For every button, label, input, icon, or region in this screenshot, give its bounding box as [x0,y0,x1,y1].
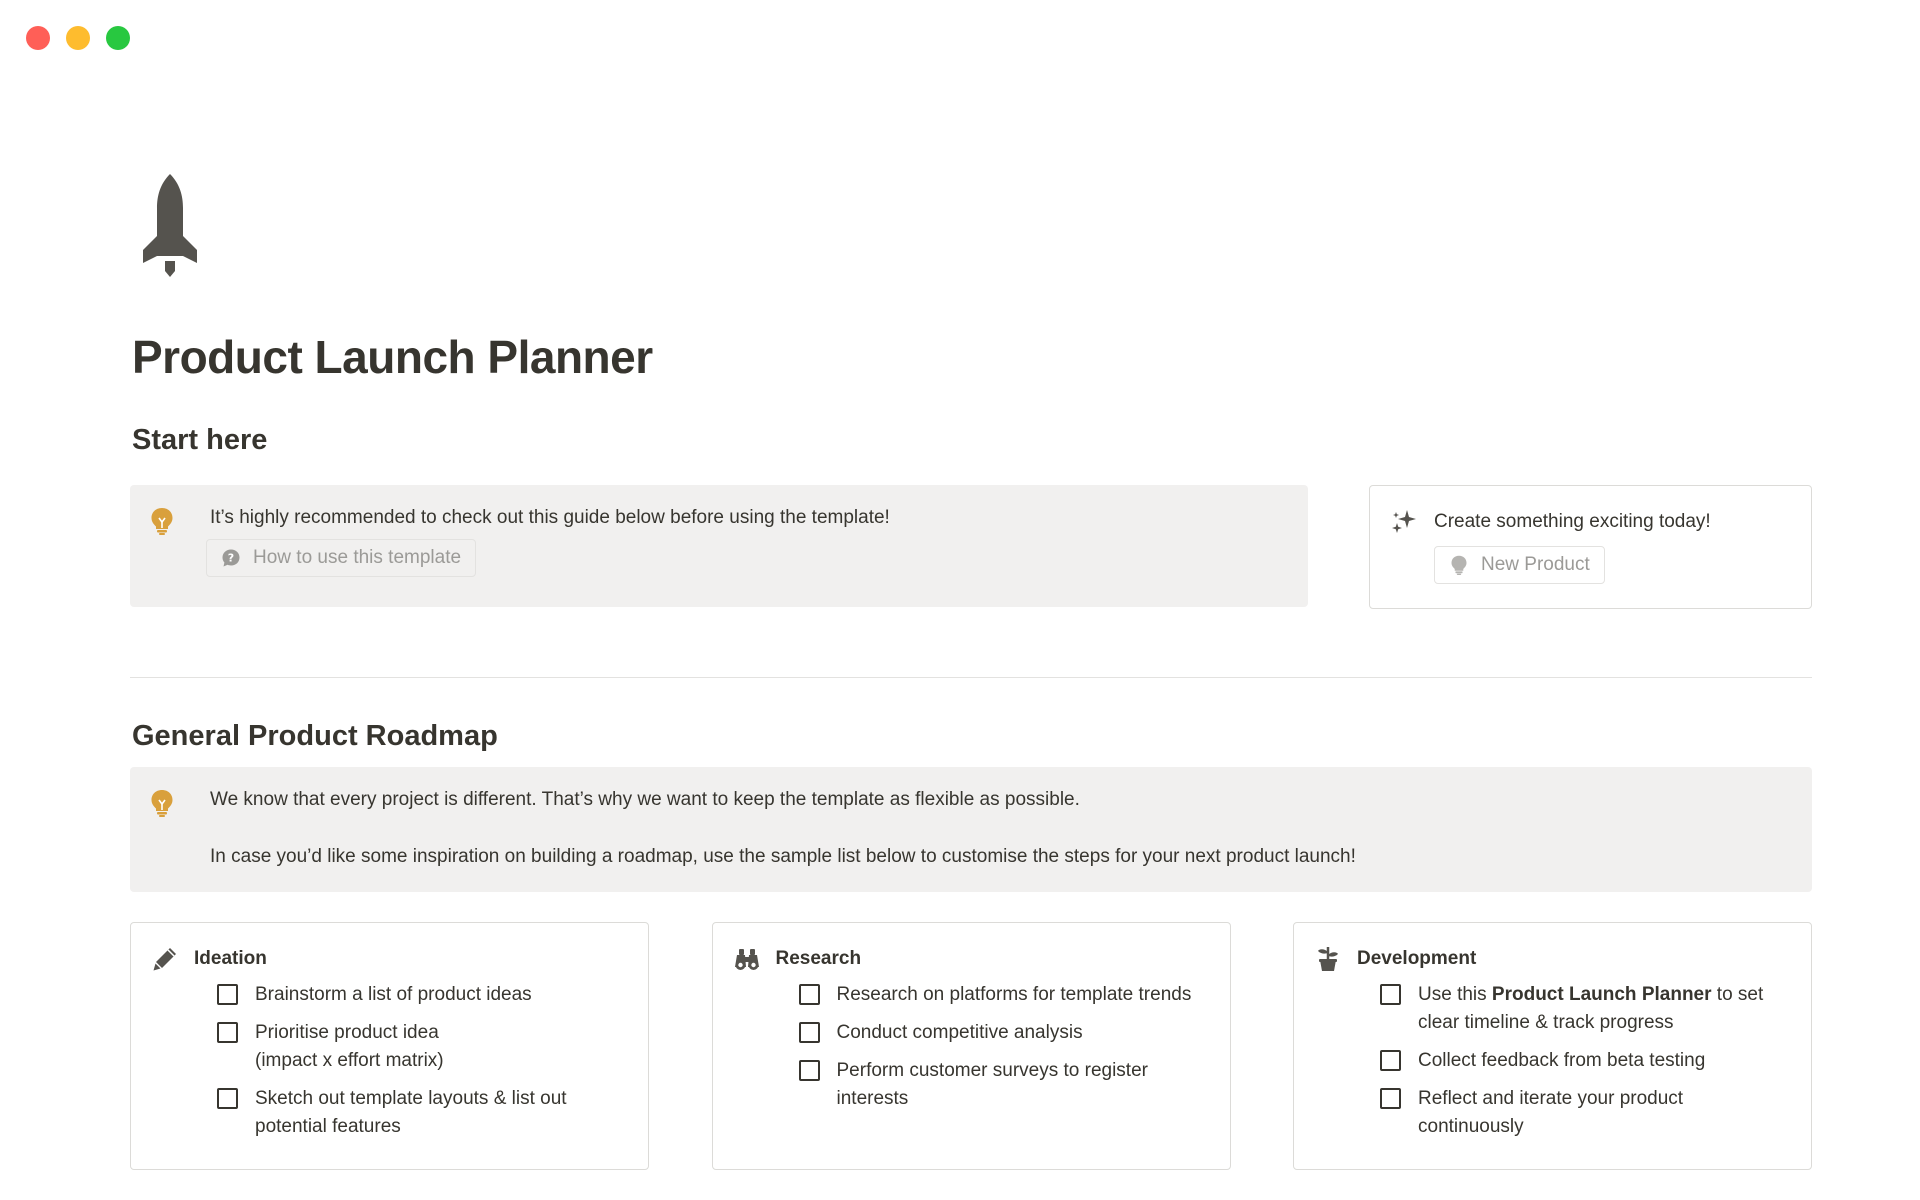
divider [130,677,1812,678]
ideation-title: Ideation [194,948,267,969]
roadmap-callout-line2: In case you’d like some inspiration on b… [210,846,1356,867]
research-title: Research [775,948,862,969]
todo-checkbox[interactable] [798,1060,820,1081]
development-card: Development Use this Product Launch Plan… [1293,922,1812,1170]
plant-icon [1314,945,1342,973]
todo-label-prefix: Use this [1418,984,1492,1005]
lightbulb-icon [150,507,174,535]
guide-callout: It’s highly recommended to check out thi… [130,485,1308,607]
pencil-icon [151,945,179,973]
todo-item: Collect feedback from beta testing [1380,1047,1791,1075]
todo-item: Research on platforms for template trend… [798,981,1210,1009]
minimize-window-button[interactable] [66,26,90,50]
lightbulb-icon [1449,555,1469,575]
todo-item: Conduct competitive analysis [798,1019,1210,1047]
todo-label[interactable]: Conduct competitive analysis [837,1019,1083,1047]
app-window: Product Launch Planner Start here It’s h… [0,0,1920,1200]
todo-label[interactable]: Collect feedback from beta testing [1418,1047,1705,1075]
speech-bubble-icon: ? [221,548,241,568]
todo-checkbox[interactable] [217,1088,238,1109]
todo-label[interactable]: Prioritise product idea (impact x effort… [255,1019,444,1075]
todo-item: Perform customer surveys to register int… [798,1057,1210,1113]
lightbulb-icon [150,789,174,817]
roadmap-callout-line1: We know that every project is different.… [210,789,1080,810]
todo-item: Sketch out template layouts & list out p… [217,1085,628,1141]
todo-checkbox[interactable] [217,1022,238,1043]
window-controls [26,26,130,50]
new-product-button[interactable]: New Product [1434,546,1605,584]
binoculars-icon [733,945,761,973]
rocket-icon[interactable] [130,170,210,280]
how-to-use-label: How to use this template [253,547,462,568]
todo-label[interactable]: Brainstorm a list of product ideas [255,981,532,1009]
todo-item: Reflect and iterate your product continu… [1380,1085,1791,1141]
close-window-button[interactable] [26,26,50,50]
how-to-use-link[interactable]: ? How to use this template [206,539,477,577]
todo-item: Use this Product Launch Planner to set c… [1380,981,1791,1037]
roadmap-callout: We know that every project is different.… [130,767,1812,892]
todo-checkbox[interactable] [1380,1050,1401,1071]
todo-label[interactable]: Use this Product Launch Planner to set c… [1418,981,1778,1037]
start-row: It’s highly recommended to check out thi… [130,485,1812,609]
todo-checkbox[interactable] [1380,1088,1401,1109]
roadmap-heading: General Product Roadmap [132,720,498,752]
sparkles-icon [1390,508,1418,536]
svg-text:?: ? [228,552,234,565]
todo-item: Brainstorm a list of product ideas [217,981,628,1009]
todo-label[interactable]: Perform customer surveys to register int… [837,1057,1177,1113]
todo-item: Prioritise product idea (impact x effort… [217,1019,628,1075]
todo-label[interactable]: Sketch out template layouts & list out p… [255,1085,595,1141]
research-card: Research Research on platforms for templ… [711,922,1231,1170]
todo-checkbox[interactable] [798,1022,820,1043]
todo-label[interactable]: Research on platforms for template trend… [837,981,1192,1009]
zoom-window-button[interactable] [106,26,130,50]
todo-label[interactable]: Reflect and iterate your product continu… [1418,1085,1718,1141]
new-product-card-text: Create something exciting today! [1434,511,1711,532]
todo-checkbox[interactable] [1380,984,1401,1005]
roadmap-columns: Ideation Brainstorm a list of product id… [130,922,1812,1170]
todo-checkbox[interactable] [217,984,238,1005]
guide-callout-text: It’s highly recommended to check out thi… [210,507,890,528]
start-heading: Start here [132,424,268,456]
new-product-card: Create something exciting today! New Pro… [1369,485,1812,609]
page-content: Product Launch Planner Start here It’s h… [130,170,1812,1170]
development-title: Development [1357,948,1477,969]
todo-checkbox[interactable] [798,984,820,1005]
ideation-card: Ideation Brainstorm a list of product id… [130,922,649,1170]
todo-label-bold: Product Launch Planner [1491,984,1712,1005]
page-title[interactable]: Product Launch Planner [132,330,1812,384]
new-product-label: New Product [1481,554,1590,575]
